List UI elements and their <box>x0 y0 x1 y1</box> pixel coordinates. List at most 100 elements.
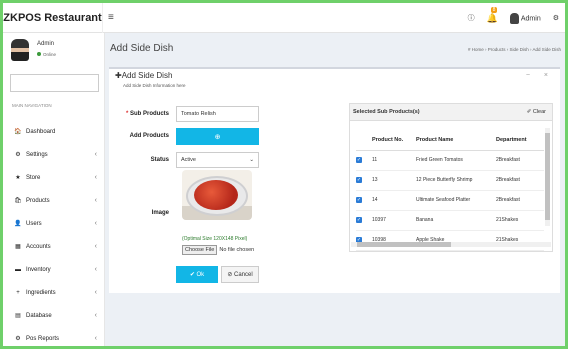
user-avatar-icon <box>509 12 519 24</box>
dish-image <box>182 170 252 220</box>
database-icon: ▤ <box>15 313 21 319</box>
table-cell: Apple Shake <box>416 230 496 251</box>
vertical-scrollbar[interactable] <box>545 128 550 226</box>
sidebar-item-products[interactable]: 🛍 Products ‹ <box>3 189 105 212</box>
sidebar-item-settings[interactable]: ⚙ Settings ‹ <box>3 143 105 166</box>
form-box: ✚Add Side Dish Add Side Dish Information… <box>109 67 560 293</box>
bell-icon[interactable]: 🔔 8 <box>487 6 498 24</box>
chevron-left-icon: ‹ <box>94 312 97 319</box>
shopping-bag-icon: 🛍 <box>14 198 22 204</box>
status-select-value: Active <box>181 157 196 163</box>
home-icon: 🏠 <box>14 129 22 135</box>
box-tools[interactable]: − × <box>526 72 554 79</box>
table-cell: 2Breakfast <box>496 190 544 211</box>
table-row[interactable]: ✓ 11 Fried Green Tomatos 2Breakfast <box>356 150 544 171</box>
sidebar-search-input[interactable] <box>10 74 99 92</box>
sidebar-toggle-icon[interactable]: ≡ <box>108 12 114 23</box>
table-row[interactable]: ✓ 14 Ultimate Seafood Platter 2Breakfast <box>356 190 544 211</box>
sidebar-item-label: Users <box>26 220 42 227</box>
sidebar-item-accounts[interactable]: ▦ Accounts ‹ <box>3 235 105 258</box>
top-bar: ZKPOS Restaurant ≡ ⓘ 🔔 8 Admin ⚙ <box>3 3 565 33</box>
selected-panel-title: Selected Sub Products(s) <box>353 109 420 115</box>
chevron-left-icon: ‹ <box>94 197 97 204</box>
sidebar-user-name: Admin <box>37 41 55 47</box>
sidebar-item-label: Accounts <box>26 243 51 250</box>
gear-icon: ⚙ <box>15 152 21 158</box>
clear-button[interactable]: ✐ Clear <box>527 109 546 115</box>
box-title-text: Add Side Dish <box>121 71 173 80</box>
sidebar-item-label: Store <box>26 174 41 181</box>
table-cell: 21Shakes <box>496 230 544 251</box>
choose-file-button[interactable]: Choose File <box>182 245 218 255</box>
table-cell: Ultimate Seafood Platter <box>416 190 496 211</box>
table-cell: Banana <box>416 210 496 231</box>
user-panel: Admin Online <box>3 33 104 69</box>
cancel-button[interactable]: ⊘ Cancel <box>221 266 259 283</box>
sidebar-item-label: Database <box>26 312 52 319</box>
sidebar: Admin Online MAIN NAVIGATION 🏠 Dashboard … <box>3 33 105 346</box>
ok-button[interactable]: ✔ Ok <box>176 266 218 283</box>
table-cell: 2Breakfast <box>496 150 544 171</box>
image-label: Image <box>151 210 169 216</box>
row-checkbox[interactable]: ✓ <box>356 157 362 163</box>
sub-products-input[interactable]: Tomato Relish <box>176 106 259 122</box>
gear-icon: ⚙ <box>15 336 21 342</box>
chevron-left-icon: ‹ <box>94 220 97 227</box>
sidebar-item-ingredients[interactable]: + Ingredients ‹ <box>3 281 105 304</box>
add-products-label: Add Products <box>129 133 169 139</box>
sidebar-item-users[interactable]: 👤 Users ‹ <box>3 212 105 235</box>
status-select[interactable]: Active ⌄ <box>176 152 259 168</box>
sidebar-item-pos-reports[interactable]: ⚙ Pos Reports ‹ <box>3 327 105 346</box>
settings-gear-icon[interactable]: ⚙ <box>553 14 559 22</box>
user-status: Online <box>37 52 56 57</box>
sidebar-item-inventory[interactable]: ▬ Inventory ‹ <box>3 258 105 281</box>
star-icon: ★ <box>15 175 21 181</box>
page-title: Add Side Dish <box>110 43 174 54</box>
column-header[interactable]: Product Name <box>416 130 496 151</box>
app-title: ZKPOS Restaurant <box>3 3 103 33</box>
row-checkbox[interactable]: ✓ <box>356 197 362 203</box>
table-cell: 11 <box>372 150 416 171</box>
row-checkbox[interactable]: ✓ <box>356 217 362 223</box>
table-cell: 2Breakfast <box>496 170 544 191</box>
sidebar-item-label: Inventory <box>26 266 51 273</box>
table-cell: 13 <box>372 170 416 191</box>
column-header[interactable]: Department <box>496 130 544 151</box>
column-header[interactable]: Product No. <box>372 130 416 151</box>
table-row[interactable]: ✓ 13 12 Piece Butterfly Shrimp 2Breakfast <box>356 170 544 191</box>
sidebar-item-dashboard[interactable]: 🏠 Dashboard <box>3 120 105 143</box>
chevron-left-icon: ‹ <box>94 243 97 250</box>
table-header-row: Product No. Product Name Department <box>356 130 544 151</box>
selected-products-panel: Selected Sub Products(s) ✐ Clear Product… <box>349 103 553 252</box>
sidebar-item-database[interactable]: ▤ Database ‹ <box>3 304 105 327</box>
user-menu[interactable]: Admin <box>509 12 541 24</box>
sidebar-item-store[interactable]: ★ Store ‹ <box>3 166 105 189</box>
notification-badge: 8 <box>490 6 498 13</box>
table-row[interactable]: ✓ 10397 Banana 21Shakes <box>356 210 544 231</box>
row-checkbox[interactable]: ✓ <box>356 177 362 183</box>
chevron-left-icon: ‹ <box>94 289 97 296</box>
horizontal-scrollbar[interactable] <box>351 242 551 247</box>
ledger-icon: ▦ <box>15 244 21 250</box>
nav-header: MAIN NAVIGATION <box>12 103 52 108</box>
breadcrumb[interactable]: # Home › Products › Side Dish › Add Side… <box>468 47 561 52</box>
chevron-left-icon: ‹ <box>94 335 97 342</box>
table-cell: 12 Piece Butterfly Shrimp <box>416 170 496 191</box>
info-icon[interactable]: ⓘ <box>468 13 475 23</box>
table-cell: 10398 <box>372 230 416 251</box>
user-status-text: Online <box>43 52 57 57</box>
status-label: Status <box>150 157 169 163</box>
online-dot-icon <box>37 52 41 56</box>
sub-products-label-text: Sub Products <box>129 111 169 117</box>
selected-panel-header: Selected Sub Products(s) ✐ Clear <box>350 104 552 121</box>
file-input[interactable]: Choose File No file chosen <box>182 245 254 255</box>
plus-icon: + <box>16 289 20 296</box>
table-cell: 14 <box>372 190 416 211</box>
top-right-tools: ⓘ 🔔 8 Admin ⚙ <box>468 3 559 33</box>
file-status: No file chosen <box>219 247 255 253</box>
sidebar-item-label: Settings <box>26 151 48 158</box>
table-row[interactable]: ✓ 10398 Apple Shake 21Shakes <box>356 230 544 251</box>
app-frame: ZKPOS Restaurant ≡ ⓘ 🔔 8 Admin ⚙ Admin On… <box>0 0 568 349</box>
chevron-left-icon: ‹ <box>94 151 97 158</box>
add-products-button[interactable]: ⊕ <box>176 128 259 145</box>
